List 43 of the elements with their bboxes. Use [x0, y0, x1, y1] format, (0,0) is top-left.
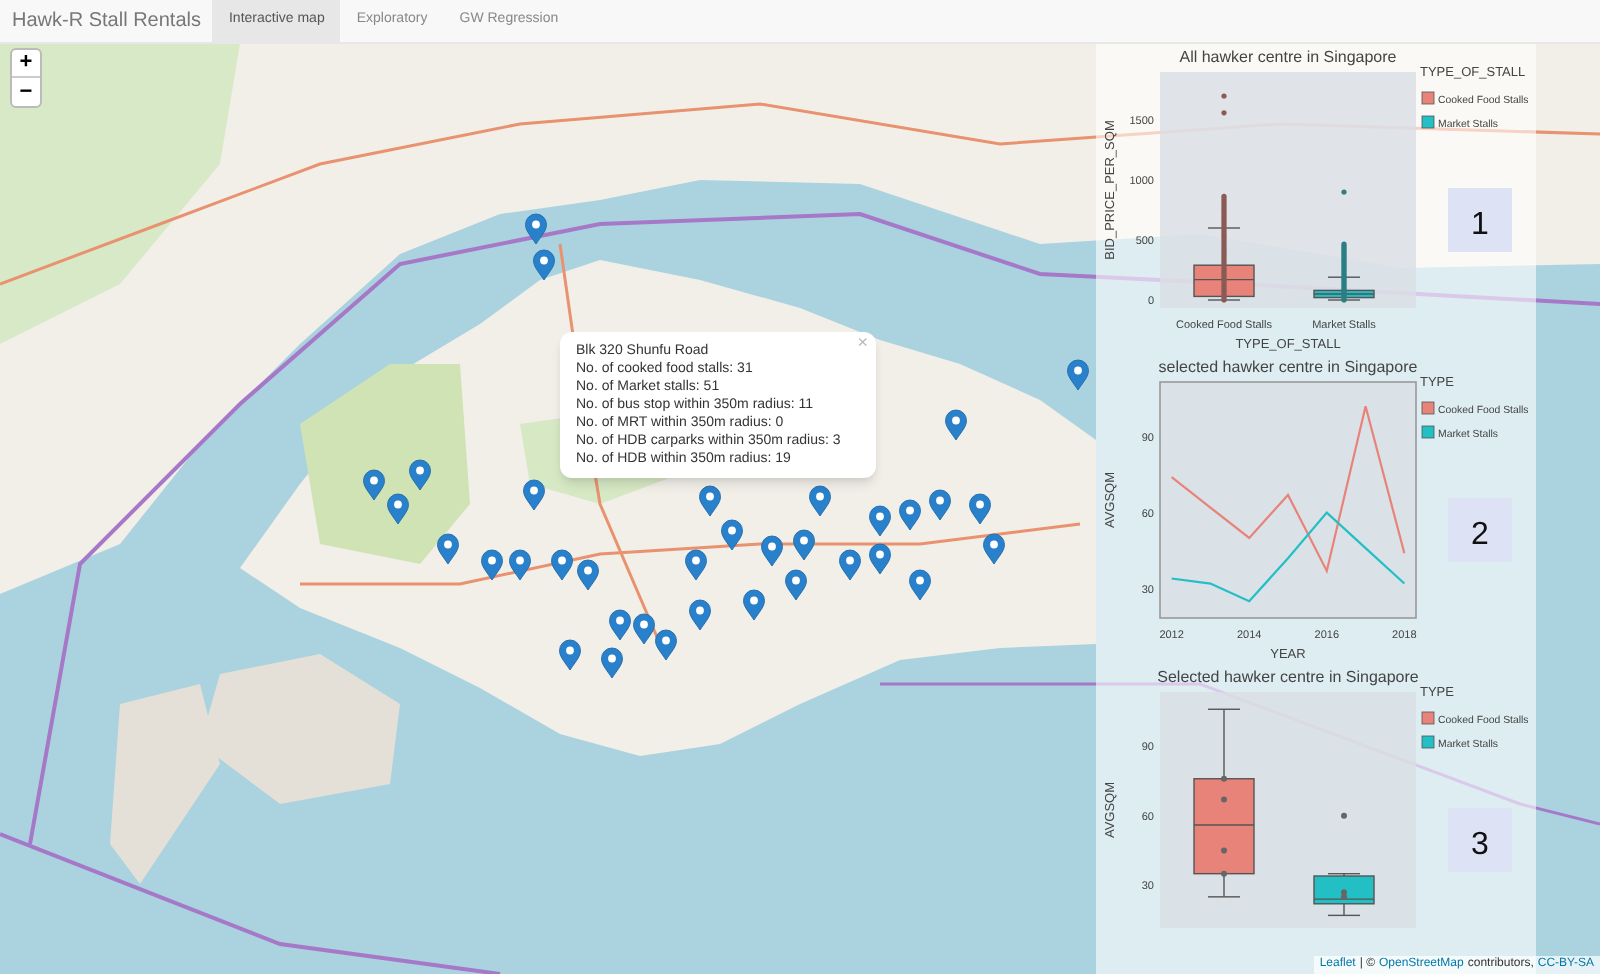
- map-pin-icon[interactable]: [523, 479, 545, 511]
- map-pin-icon[interactable]: [1067, 359, 1089, 391]
- chart-title: selected hawker centre in Singapore: [1158, 358, 1418, 376]
- map-pin-icon[interactable]: [721, 519, 743, 551]
- map-pin-icon[interactable]: [481, 549, 503, 581]
- map-pin-icon[interactable]: [533, 249, 555, 281]
- map-pin-icon[interactable]: [869, 543, 891, 575]
- map-pin-icon[interactable]: [929, 489, 951, 521]
- map-pin-icon[interactable]: [839, 549, 861, 581]
- map-pin-icon[interactable]: [909, 569, 931, 601]
- chart-number-badge: 2: [1448, 498, 1512, 562]
- map-pin-icon[interactable]: [793, 529, 815, 561]
- map-pin-icon[interactable]: [689, 599, 711, 631]
- map-pin-icon[interactable]: [437, 533, 459, 565]
- map-pin-icon[interactable]: [761, 535, 783, 567]
- map-pin-icon[interactable]: [655, 629, 677, 661]
- map-pin-icon[interactable]: [551, 549, 573, 581]
- map-pin-icon[interactable]: [685, 549, 707, 581]
- map-pin-icon[interactable]: [409, 459, 431, 491]
- map-pin-icon[interactable]: [869, 505, 891, 537]
- map-pin-icon[interactable]: [363, 469, 385, 501]
- map-pin-icon[interactable]: [743, 589, 765, 621]
- brand-link[interactable]: Hawk-R Stall Rentals: [0, 0, 213, 42]
- map-pin-icon[interactable]: [609, 609, 631, 641]
- map-pin-icon[interactable]: [945, 409, 967, 441]
- chart-number-badge: 1: [1448, 188, 1512, 252]
- map-pin-icon[interactable]: [983, 533, 1005, 565]
- map-pin-icon[interactable]: [559, 639, 581, 671]
- zoom-in-button[interactable]: +: [12, 50, 40, 78]
- map-pin-icon[interactable]: [899, 499, 921, 531]
- map-pin-icon[interactable]: [525, 213, 547, 245]
- map-pin-icon[interactable]: [633, 613, 655, 645]
- chart-title: All hawker centre in Singapore: [1179, 48, 1397, 66]
- map-pin-icon[interactable]: [387, 493, 409, 525]
- chart-title: Selected hawker centre in Singapore: [1157, 668, 1419, 686]
- map-pin-icon[interactable]: [785, 569, 807, 601]
- map-pin-icon[interactable]: [509, 549, 531, 581]
- map-pin-icon[interactable]: [969, 493, 991, 525]
- map-pin-icon[interactable]: [577, 559, 599, 591]
- map-pin-icon[interactable]: [699, 485, 721, 517]
- map-pin-icon[interactable]: [809, 485, 831, 517]
- chart-number-badge: 3: [1448, 808, 1512, 872]
- map-pin-icon[interactable]: [601, 647, 623, 679]
